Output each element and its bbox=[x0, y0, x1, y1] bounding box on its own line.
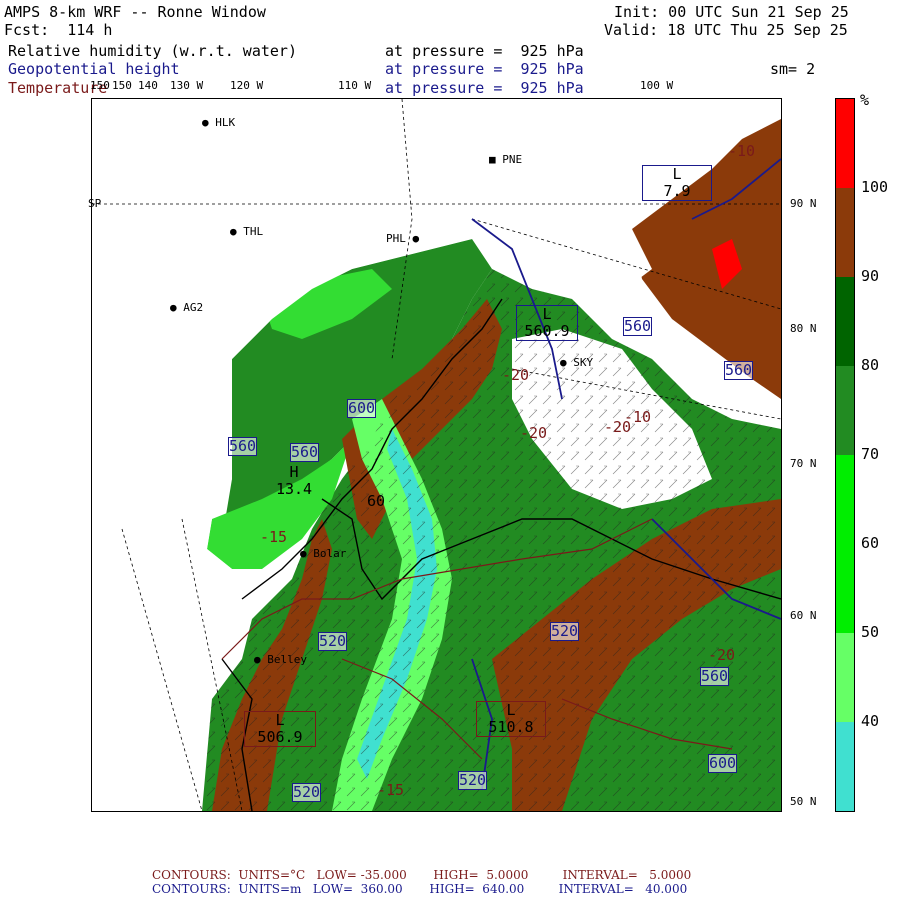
map-panel[interactable]: ● HLK ■ PNE ● THL PHL ● ● AG2 ● SKY ● Bo… bbox=[91, 98, 782, 812]
temp-contour-label: -20 bbox=[502, 366, 530, 384]
colorbar-segment bbox=[836, 455, 854, 544]
relative-humidity-map bbox=[92, 99, 781, 811]
temp-contour-label: -20 bbox=[708, 646, 736, 664]
colorbar-label: 60 bbox=[861, 534, 880, 552]
sp-label: SP bbox=[88, 197, 102, 210]
temp-contour-label: -10 bbox=[624, 408, 652, 426]
colorbar-label: 40 bbox=[861, 712, 880, 730]
low-pressure-center: L 506.9 bbox=[244, 711, 316, 747]
colorbar-label: 80 bbox=[861, 356, 880, 374]
low-pressure-center: L 7.9 bbox=[642, 165, 712, 201]
colorbar-segment bbox=[836, 544, 854, 633]
height-contour-label: 520 bbox=[550, 622, 580, 641]
colorbar-label: 90 bbox=[861, 267, 880, 285]
height-contour-label: 520 bbox=[292, 783, 322, 802]
lat-label: 90 N bbox=[790, 197, 817, 210]
high-pressure-center: H 13.4 bbox=[275, 463, 313, 498]
station-phl: PHL ● bbox=[386, 232, 420, 245]
colorbar-segment bbox=[836, 99, 854, 188]
temp-contour-label: -10 bbox=[728, 142, 756, 160]
map-title: AMPS 8-km WRF -- Ronne Window bbox=[4, 3, 266, 21]
smoothing-label: sm= 2 bbox=[770, 60, 816, 78]
colorbar-label: 70 bbox=[861, 445, 880, 463]
colorbar-segment bbox=[836, 633, 854, 722]
lon-label: 100 W bbox=[640, 79, 674, 92]
forecast-hour: Fcst: 114 h bbox=[4, 21, 113, 39]
contour-label: 60 bbox=[367, 492, 386, 510]
temp-contour-info: CONTOURS: UNITS=°C LOW= -35.000 HIGH= 5.… bbox=[152, 868, 692, 882]
field-height-name: Geopotential height bbox=[8, 60, 180, 78]
temp-contour-label: -15 bbox=[260, 528, 288, 546]
masked-area-n bbox=[472, 99, 652, 299]
init-time: Init: 00 UTC Sun 21 Sep 25 bbox=[614, 3, 849, 21]
station-thl: ● THL bbox=[230, 225, 264, 238]
lon-label: 120 W bbox=[230, 79, 264, 92]
lon-label: 140 bbox=[138, 79, 158, 92]
height-contour-label: 520 bbox=[458, 771, 488, 790]
colorbar-segment bbox=[836, 188, 854, 277]
height-contour-label: 560 bbox=[228, 437, 258, 456]
lon-label: 150 bbox=[112, 79, 132, 92]
temp-contour-label: -15 bbox=[377, 781, 405, 799]
field-rh-name: Relative humidity (w.r.t. water) bbox=[8, 42, 297, 60]
lat-label: 80 N bbox=[790, 322, 817, 335]
station-belley: ● Belley bbox=[254, 653, 307, 666]
colorbar-segment bbox=[836, 277, 854, 366]
station-pne: ■ PNE bbox=[489, 153, 523, 166]
height-contour-label: 560 bbox=[700, 667, 730, 686]
lat-label: 70 N bbox=[790, 457, 817, 470]
height-contour-label: 520 bbox=[318, 632, 348, 651]
station-bolar: ● Bolar bbox=[300, 547, 347, 560]
height-contour-label: 600 bbox=[347, 399, 377, 418]
low-pressure-center: L 560.9 bbox=[516, 305, 578, 341]
field-temp-level: at pressure = 925 hPa bbox=[385, 79, 584, 97]
height-contour-label: 600 bbox=[708, 754, 738, 773]
lon-label: 130 W bbox=[170, 79, 204, 92]
low-pressure-center: L 510.8 bbox=[476, 701, 546, 737]
colorbar-label: 100 bbox=[861, 178, 889, 196]
colorbar-label: 50 bbox=[861, 623, 880, 641]
rh-field-brown-ne bbox=[632, 119, 781, 399]
colorbar-segment bbox=[836, 722, 854, 811]
station-sky: ● SKY bbox=[560, 356, 594, 369]
colorbar bbox=[835, 98, 855, 812]
valid-time: Valid: 18 UTC Thu 25 Sep 25 bbox=[604, 21, 848, 39]
lat-label: 60 N bbox=[790, 609, 817, 622]
field-rh-level: at pressure = 925 hPa bbox=[385, 42, 584, 60]
colorbar-unit: % bbox=[860, 91, 870, 109]
lon-label: 150 bbox=[90, 79, 110, 92]
field-height-level: at pressure = 925 hPa bbox=[385, 60, 584, 78]
lat-label: 50 N bbox=[790, 795, 817, 808]
height-contour-label: 560 bbox=[290, 443, 320, 462]
temp-contour-label: -20 bbox=[520, 424, 548, 442]
height-contour-info: CONTOURS: UNITS=m LOW= 360.00 HIGH= 640.… bbox=[152, 882, 688, 896]
colorbar-segment bbox=[836, 366, 854, 455]
station-hlk: ● HLK bbox=[202, 116, 236, 129]
height-contour-label: 560 bbox=[724, 361, 754, 380]
lon-label: 110 W bbox=[338, 79, 372, 92]
station-ag2: ● AG2 bbox=[170, 301, 204, 314]
height-contour-label: 560 bbox=[623, 317, 653, 336]
